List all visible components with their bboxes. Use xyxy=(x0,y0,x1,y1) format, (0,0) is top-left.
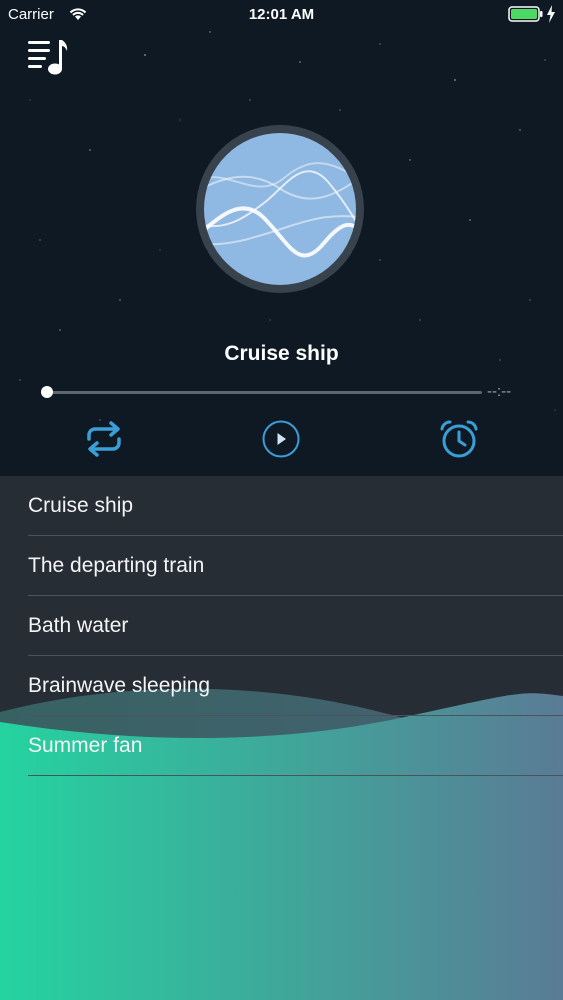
track-label: Cruise ship xyxy=(28,494,134,517)
time-remaining: --:-- xyxy=(487,383,512,400)
repeat-icon[interactable] xyxy=(81,417,127,461)
play-circle-icon[interactable] xyxy=(258,417,304,461)
status-bar: Carrier 12:01 AM xyxy=(0,0,563,30)
charging-icon xyxy=(547,5,555,23)
list-item[interactable]: Summer fan xyxy=(28,716,563,776)
progress-knob[interactable] xyxy=(41,386,53,398)
track-list-panel: Cruise ship The departing train Bath wat… xyxy=(0,476,563,1000)
music-list-icon[interactable] xyxy=(28,38,70,76)
progress-slider[interactable] xyxy=(46,391,482,394)
track-list: Cruise ship The departing train Bath wat… xyxy=(0,476,563,776)
now-playing-title: Cruise ship xyxy=(224,342,339,365)
list-item[interactable]: The departing train xyxy=(28,536,563,596)
alarm-clock-icon[interactable] xyxy=(436,417,482,461)
list-item[interactable]: Bath water xyxy=(28,596,563,656)
track-label: Summer fan xyxy=(28,734,143,757)
track-label: Bath water xyxy=(28,614,129,637)
track-label: Brainwave sleeping xyxy=(28,674,211,697)
list-item[interactable]: Cruise ship xyxy=(28,476,563,536)
battery-icon xyxy=(508,6,543,22)
track-label: The departing train xyxy=(28,554,205,577)
list-item[interactable]: Brainwave sleeping xyxy=(28,656,563,716)
status-time: 12:01 AM xyxy=(248,6,315,23)
player-panel: Carrier 12:01 AM Cruise ship --:-- xyxy=(0,0,563,476)
album-disc xyxy=(196,125,364,293)
